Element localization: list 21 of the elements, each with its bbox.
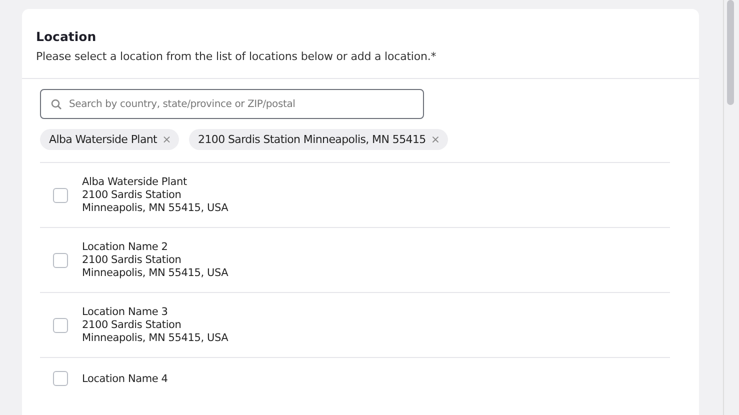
location-name: Location Name 2 <box>82 241 169 253</box>
location-address-line: 2100 Sardis Station <box>82 189 182 201</box>
location-address-line: Minneapolis, MN 55415, USA <box>82 202 228 214</box>
location-address-line: 2100 Sardis Station <box>82 254 182 266</box>
location-name: Location Name 4 <box>82 372 168 384</box>
filter-chip[interactable]: Alba Waterside Plant × <box>40 129 179 150</box>
location-name: Location Name 3 <box>82 306 169 318</box>
checkbox[interactable] <box>53 188 68 202</box>
section-title: Location <box>36 29 98 44</box>
location-name: Alba Waterside Plant <box>82 176 188 188</box>
scrollbar-thumb[interactable] <box>727 0 734 105</box>
filter-chip[interactable]: 2100 Sardis Station Minneapolis, MN 55415 × <box>189 129 448 150</box>
checkbox[interactable] <box>53 318 68 332</box>
location-address-line: Minneapolis, MN 55415, USA <box>82 332 228 344</box>
search-field[interactable]: Search by country, state/province or ZIP/postal <box>40 89 424 119</box>
checkbox[interactable] <box>53 371 68 386</box>
location-address-line: Minneapolis, MN 55415, USA <box>82 267 228 279</box>
search-icon <box>51 99 62 110</box>
location-address-line: 2100 Sardis Station <box>82 319 182 331</box>
checkbox[interactable] <box>53 252 68 268</box>
section-description: Please select a location from the list of locations below or add a location.* <box>36 50 438 63</box>
